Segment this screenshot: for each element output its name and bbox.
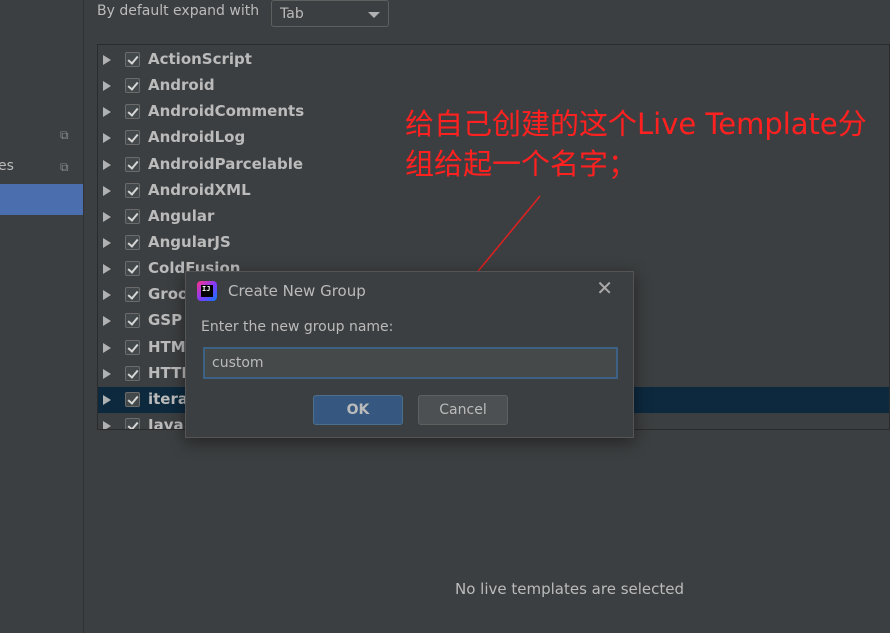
group-label: AndroidParcelable: [148, 155, 304, 173]
expand-arrow-icon[interactable]: [103, 290, 111, 300]
settings-nav-item-selected[interactable]: [0, 184, 83, 215]
expand-arrow-icon[interactable]: [103, 238, 111, 248]
settings-nav-pane: ⧉ es ⧉: [0, 0, 84, 633]
expand-arrow-icon[interactable]: [103, 343, 111, 353]
group-label: Java: [148, 416, 184, 430]
group-label: Android: [148, 76, 215, 94]
copy-icon[interactable]: ⧉: [60, 160, 69, 175]
expand-with-value: Tab: [280, 6, 304, 22]
group-checkbox[interactable]: [125, 183, 140, 198]
expand-with-label: By default expand with: [97, 3, 260, 19]
group-label: ActionScript: [148, 50, 252, 68]
group-label: AndroidXML: [148, 181, 251, 199]
expand-arrow-icon[interactable]: [103, 316, 111, 326]
group-label: Groo: [148, 285, 189, 303]
group-checkbox[interactable]: [125, 287, 140, 302]
expand-arrow-icon[interactable]: [103, 186, 111, 196]
settings-nav-item[interactable]: ⧉: [0, 120, 83, 151]
copy-icon[interactable]: ⧉: [60, 128, 69, 143]
intellij-logo-icon: IJ: [197, 281, 217, 301]
group-checkbox[interactable]: [125, 209, 140, 224]
group-label: AngularJS: [148, 233, 231, 251]
group-checkbox[interactable]: [125, 261, 140, 276]
group-checkbox[interactable]: [125, 104, 140, 119]
expand-arrow-icon[interactable]: [103, 369, 111, 379]
expand-arrow-icon[interactable]: [103, 264, 111, 274]
group-checkbox[interactable]: [125, 52, 140, 67]
group-label: AndroidLog: [148, 128, 246, 146]
group-checkbox[interactable]: [125, 392, 140, 407]
cancel-button[interactable]: Cancel: [418, 395, 508, 425]
tree-row[interactable]: Angular: [98, 204, 889, 230]
group-checkbox[interactable]: [125, 157, 140, 172]
group-checkbox[interactable]: [125, 418, 140, 429]
ok-button[interactable]: OK: [313, 395, 403, 425]
expand-arrow-icon[interactable]: [103, 395, 111, 405]
settings-nav-item-label: es: [0, 158, 14, 174]
expand-arrow-icon[interactable]: [103, 133, 111, 143]
expand-arrow-icon[interactable]: [103, 81, 111, 91]
group-label: GSP: [148, 311, 183, 329]
expand-arrow-icon[interactable]: [103, 107, 111, 117]
no-selection-status: No live templates are selected: [455, 580, 685, 598]
expand-with-select[interactable]: Tab: [271, 0, 389, 27]
group-checkbox[interactable]: [125, 235, 140, 250]
expand-arrow-icon[interactable]: [103, 212, 111, 222]
close-icon[interactable]: ✕: [596, 278, 613, 298]
group-checkbox[interactable]: [125, 366, 140, 381]
group-name-input[interactable]: [203, 347, 618, 379]
group-checkbox[interactable]: [125, 78, 140, 93]
tree-row[interactable]: AngularJS: [98, 230, 889, 256]
expand-arrow-icon[interactable]: [103, 421, 111, 429]
group-checkbox[interactable]: [125, 313, 140, 328]
group-label: Angular: [148, 207, 215, 225]
tree-row[interactable]: Android: [98, 73, 889, 99]
chevron-down-icon: [368, 12, 380, 18]
dialog-title: Create New Group: [228, 282, 366, 300]
annotation-text: 给自己创建的这个Live Template分组给起一个名字；: [405, 107, 867, 181]
settings-nav-item[interactable]: es ⧉: [0, 152, 83, 183]
create-group-dialog: IJ Create New Group ✕ Enter the new grou…: [185, 271, 634, 438]
tree-row[interactable]: ActionScript: [98, 47, 889, 73]
group-name-prompt: Enter the new group name:: [201, 319, 394, 335]
group-label: AndroidComments: [148, 102, 305, 120]
group-checkbox[interactable]: [125, 340, 140, 355]
expand-arrow-icon[interactable]: [103, 160, 111, 170]
group-checkbox[interactable]: [125, 130, 140, 145]
expand-arrow-icon[interactable]: [103, 55, 111, 65]
